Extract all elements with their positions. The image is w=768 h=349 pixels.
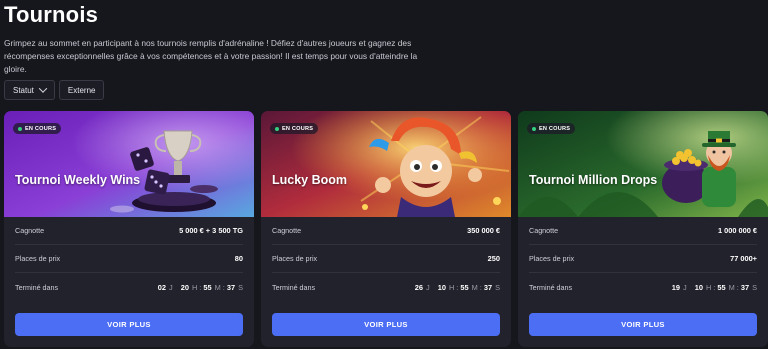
chevron-down-icon bbox=[38, 84, 48, 93]
unit-hours: H bbox=[705, 282, 712, 292]
countdown-seconds: 37 bbox=[226, 282, 236, 292]
countdown-hours: 10 bbox=[694, 282, 703, 292]
unit-hours: H bbox=[191, 282, 198, 292]
filter-bar: Statut Externe bbox=[4, 80, 105, 100]
live-dot-icon bbox=[275, 126, 279, 131]
status-badge: EN COURS bbox=[13, 123, 62, 134]
countdown-timer: 02 J 20 H: 55 M: 37 S bbox=[157, 282, 243, 292]
page-title: Tournois bbox=[4, 2, 99, 27]
status-badge-label: EN COURS bbox=[282, 125, 314, 132]
prize-pool-label: Cagnotte bbox=[529, 226, 559, 235]
unit-seconds: S bbox=[752, 282, 757, 292]
ends-in-row: Terminé dans 19 J 10 H: 55 M: 37 S bbox=[529, 273, 757, 301]
prize-places-value: 77 000+ bbox=[730, 254, 757, 263]
countdown-minutes: 55 bbox=[203, 282, 212, 292]
countdown-days: 19 bbox=[671, 282, 681, 292]
unit-hours: H bbox=[448, 282, 455, 292]
countdown-hours: 10 bbox=[437, 282, 446, 292]
prize-pool-row: Cagnotte 1 000 000 € bbox=[529, 217, 757, 245]
live-dot-icon bbox=[532, 126, 536, 131]
unit-days: J bbox=[683, 282, 687, 292]
unit-minutes: M bbox=[214, 282, 221, 292]
page-intro: Grimpez au sommet en participant à nos t… bbox=[4, 38, 418, 74]
tournament-banner: EN COURS Tournoi Weekly Wins bbox=[4, 111, 254, 217]
unit-days: J bbox=[426, 282, 430, 292]
see-more-button[interactable]: VOIR PLUS bbox=[529, 313, 757, 336]
prize-places-row: Places de prix 80 bbox=[15, 245, 243, 273]
countdown-timer: 19 J 10 H: 55 M: 37 S bbox=[671, 282, 757, 292]
countdown-seconds: 37 bbox=[483, 282, 493, 292]
prize-pool-label: Cagnotte bbox=[15, 226, 45, 235]
status-badge-label: EN COURS bbox=[25, 125, 57, 132]
ends-in-label: Terminé dans bbox=[272, 282, 316, 292]
prize-places-value: 250 bbox=[487, 254, 500, 263]
unit-minutes: M bbox=[471, 282, 478, 292]
tournament-card: EN COURS Tournoi Weekly Wins Cagnotte 5 … bbox=[4, 111, 254, 347]
status-badge: EN COURS bbox=[527, 123, 576, 134]
countdown-days: 02 bbox=[157, 282, 167, 292]
prize-pool-label: Cagnotte bbox=[272, 226, 302, 235]
status-filter-dropdown[interactable]: Statut bbox=[4, 80, 55, 100]
tournament-card: EN COURS Tournoi Million Drops Cagnotte … bbox=[518, 111, 768, 347]
ends-in-label: Terminé dans bbox=[529, 282, 573, 292]
countdown-seconds: 37 bbox=[740, 282, 750, 292]
tournament-card: EN COURS Lucky Boom Cagnotte 350 000 € P… bbox=[261, 111, 511, 347]
tournament-banner: EN COURS Tournoi Million Drops bbox=[518, 111, 768, 217]
external-filter-label: Externe bbox=[67, 85, 96, 95]
status-badge-label: EN COURS bbox=[539, 125, 571, 132]
unit-minutes: M bbox=[728, 282, 735, 292]
prize-places-value: 80 bbox=[234, 254, 243, 263]
unit-seconds: S bbox=[495, 282, 500, 292]
prize-places-row: Places de prix 77 000+ bbox=[529, 245, 757, 273]
countdown-days: 26 bbox=[414, 282, 424, 292]
countdown-minutes: 55 bbox=[717, 282, 726, 292]
status-filter-label: Statut bbox=[13, 85, 34, 95]
ends-in-row: Terminé dans 26 J 10 H: 55 M: 37 S bbox=[272, 273, 500, 301]
unit-days: J bbox=[169, 282, 173, 292]
ends-in-label: Terminé dans bbox=[15, 282, 59, 292]
prize-pool-row: Cagnotte 350 000 € bbox=[272, 217, 500, 245]
tournament-title: Lucky Boom bbox=[272, 173, 348, 187]
tournament-title: Tournoi Million Drops bbox=[529, 173, 658, 187]
countdown-timer: 26 J 10 H: 55 M: 37 S bbox=[414, 282, 500, 292]
see-more-button[interactable]: VOIR PLUS bbox=[272, 313, 500, 336]
tournament-banner: EN COURS Lucky Boom bbox=[261, 111, 511, 217]
status-badge: EN COURS bbox=[270, 123, 319, 134]
prize-places-label: Places de prix bbox=[272, 254, 318, 263]
prize-pool-value: 350 000 € bbox=[467, 226, 500, 235]
countdown-minutes: 55 bbox=[460, 282, 469, 292]
prize-places-label: Places de prix bbox=[529, 254, 575, 263]
prize-pool-value: 5 000 € + 3 500 TG bbox=[179, 226, 243, 235]
unit-seconds: S bbox=[238, 282, 243, 292]
live-dot-icon bbox=[18, 126, 22, 131]
prize-pool-value: 1 000 000 € bbox=[717, 226, 757, 235]
tournament-title: Tournoi Weekly Wins bbox=[15, 173, 141, 187]
prize-places-label: Places de prix bbox=[15, 254, 61, 263]
prize-places-row: Places de prix 250 bbox=[272, 245, 500, 273]
ends-in-row: Terminé dans 02 J 20 H: 55 M: 37 S bbox=[15, 273, 243, 301]
countdown-hours: 20 bbox=[180, 282, 189, 292]
see-more-button[interactable]: VOIR PLUS bbox=[15, 313, 243, 336]
external-filter-button[interactable]: Externe bbox=[58, 80, 105, 100]
prize-pool-row: Cagnotte 5 000 € + 3 500 TG bbox=[15, 217, 243, 245]
